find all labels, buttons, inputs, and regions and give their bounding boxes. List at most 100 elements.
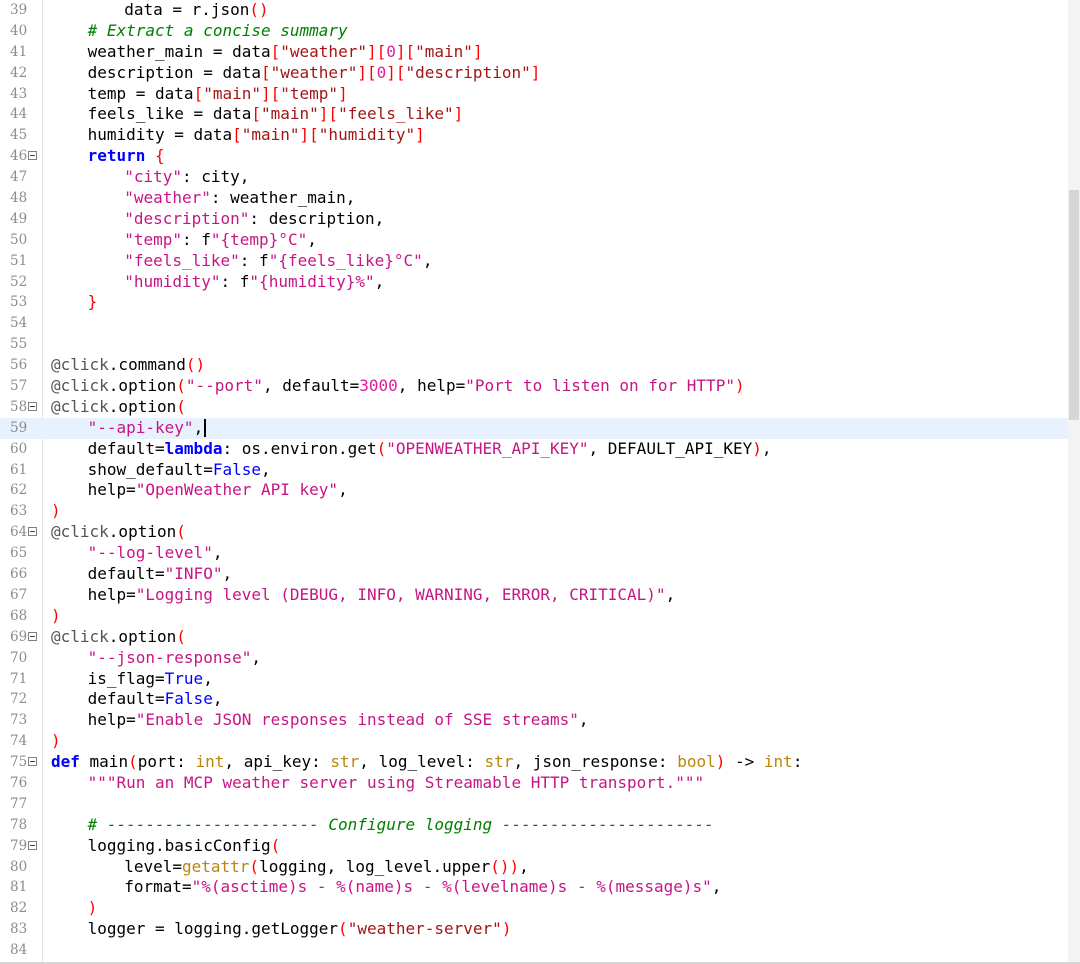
code-text[interactable]: format="%(asctime)s - %(name)s - %(level… [124, 877, 721, 898]
code-line[interactable]: 81 format="%(asctime)s - %(name)s - %(lev… [0, 877, 1068, 898]
code-text[interactable]: "feels_like": f"{feels_like}°C", [124, 251, 432, 272]
fold-toggle-icon[interactable] [28, 757, 37, 767]
code-line[interactable]: 82) [0, 898, 1068, 919]
code-text[interactable]: @click.option("--port", default=3000, he… [51, 376, 745, 397]
code-text[interactable]: ) [88, 898, 98, 919]
code-text[interactable]: # Extract a concise summary [88, 21, 348, 42]
fold-toggle-icon[interactable] [28, 401, 37, 411]
code-line[interactable]: 52 "humidity": f"{humidity}%", [0, 272, 1068, 293]
code-line[interactable]: 58 @click.option( [0, 397, 1068, 418]
code-text[interactable]: def main(port: int, api_key: str, log_le… [51, 752, 802, 773]
code-text[interactable]: @click.command() [51, 355, 205, 376]
code-text[interactable]: level=getattr(logging, log_level.upper()… [124, 857, 529, 878]
code-line[interactable]: 71 is_flag=True, [0, 669, 1068, 690]
code-text[interactable]: @click.option( [51, 522, 186, 543]
code-line[interactable]: 84 [0, 940, 1068, 961]
code-line[interactable]: 67 help="Logging level (DEBUG, INFO, WARN… [0, 585, 1068, 606]
code-text[interactable]: humidity = data["main"]["humidity"] [88, 125, 425, 146]
code-text[interactable]: "--json-response", [88, 648, 261, 669]
code-line[interactable]: 75 def main(port: int, api_key: str, log_… [0, 752, 1068, 773]
code-text[interactable]: "city": city, [124, 167, 249, 188]
code-line[interactable]: 63) [0, 501, 1068, 522]
code-text[interactable]: ) [51, 731, 61, 752]
code-line[interactable]: 59 "--api-key", [0, 417, 1068, 439]
code-text[interactable]: logging.basicConfig( [88, 836, 281, 857]
code-line[interactable]: 39 data = r.json() [0, 0, 1068, 21]
code-line[interactable]: 80 level=getattr(logging, log_level.upper… [0, 857, 1068, 878]
code-text[interactable]: feels_like = data["main"]["feels_like"] [88, 104, 464, 125]
code-text[interactable]: logger = logging.getLogger("weather-serv… [88, 919, 512, 940]
code-line[interactable]: 56 @click.command() [0, 355, 1068, 376]
code-text[interactable]: @click.option( [51, 627, 186, 648]
code-line[interactable]: 64 @click.option( [0, 522, 1068, 543]
fold-toggle-icon[interactable] [28, 840, 37, 850]
code-line[interactable]: 44 feels_like = data["main"]["feels_like"… [0, 104, 1068, 125]
code-line[interactable]: 72 default=False, [0, 689, 1068, 710]
code-line[interactable]: 51 "feels_like": f"{feels_like}°C", [0, 251, 1068, 272]
code-text[interactable]: show_default=False, [88, 460, 271, 481]
code-editor[interactable]: 39 data = r.json() 40 # Extract a concise s… [0, 0, 1080, 964]
code-line[interactable]: 61 show_default=False, [0, 460, 1068, 481]
code-line[interactable]: 50 "temp": f"{temp}°C", [0, 230, 1068, 251]
code-text[interactable]: "weather": weather_main, [124, 188, 355, 209]
code-text[interactable]: default="INFO", [88, 564, 233, 585]
code-lines[interactable]: 39 data = r.json() 40 # Extract a concise s… [0, 0, 1068, 961]
vertical-scrollbar[interactable] [1068, 0, 1080, 964]
code-text[interactable]: help="OpenWeather API key", [88, 480, 348, 501]
code-text[interactable]: help="Logging level (DEBUG, INFO, WARNIN… [88, 585, 676, 606]
fold-toggle-icon[interactable] [28, 527, 37, 537]
code-text[interactable]: ) [51, 606, 61, 627]
code-text[interactable]: default=lambda: os.environ.get("OPENWEAT… [88, 439, 772, 460]
code-line[interactable]: 62 help="OpenWeather API key", [0, 480, 1068, 501]
code-line[interactable]: 74) [0, 731, 1068, 752]
code-text[interactable]: "--api-key", [88, 418, 207, 439]
code-text[interactable]: description = data["weather"][0]["descri… [88, 63, 541, 84]
code-line[interactable]: 43 temp = data["main"]["temp"] [0, 84, 1068, 105]
code-text[interactable]: "description": description, [124, 209, 384, 230]
fold-toggle-icon[interactable] [28, 631, 37, 641]
code-token: feels_like = data [87, 104, 252, 124]
code-line[interactable]: 53} [0, 292, 1068, 313]
code-line[interactable]: 55 [0, 334, 1068, 355]
code-text[interactable]: "temp": f"{temp}°C", [124, 230, 317, 251]
code-text[interactable]: weather_main = data["weather"][0]["main"… [88, 42, 483, 63]
code-text[interactable]: temp = data["main"]["temp"] [88, 84, 348, 105]
code-line[interactable]: 54 [0, 313, 1068, 334]
code-line[interactable]: 47 "city": city, [0, 167, 1068, 188]
code-line[interactable]: 83 logger = logging.getLogger("weather-se… [0, 919, 1068, 940]
code-line[interactable]: 79 logging.basicConfig( [0, 836, 1068, 857]
code-text[interactable]: "--log-level", [88, 543, 223, 564]
code-line[interactable]: 41 weather_main = data["weather"][0]["mai… [0, 42, 1068, 63]
code-text[interactable]: @click.option( [51, 397, 186, 418]
code-line[interactable]: 66 default="INFO", [0, 564, 1068, 585]
code-line[interactable]: 60 default=lambda: os.environ.get("OPENWE… [0, 439, 1068, 460]
code-text[interactable]: is_flag=True, [88, 669, 213, 690]
code-line[interactable]: 73 help="Enable JSON responses instead of… [0, 710, 1068, 731]
code-text[interactable]: # ---------------------- Configure loggi… [88, 815, 714, 836]
code-line[interactable]: 42 description = data["weather"][0]["desc… [0, 63, 1068, 84]
code-line[interactable]: 57 @click.option("--port", default=3000, … [0, 376, 1068, 397]
code-line[interactable]: 70 "--json-response", [0, 648, 1068, 669]
fold-toggle-icon[interactable] [28, 151, 37, 161]
code-text[interactable]: data = r.json() [124, 0, 269, 21]
code-text[interactable]: ) [51, 501, 61, 522]
code-text[interactable]: "humidity": f"{humidity}%", [124, 272, 384, 293]
code-line[interactable]: 78 # ---------------------- Configure log… [0, 815, 1068, 836]
code-text[interactable]: default=False, [88, 689, 223, 710]
code-line[interactable]: 45 humidity = data["main"]["humidity"] [0, 125, 1068, 146]
code-line[interactable]: 69 @click.option( [0, 627, 1068, 648]
code-line[interactable]: 68) [0, 606, 1068, 627]
code-line[interactable]: 48 "weather": weather_main, [0, 188, 1068, 209]
code-line[interactable]: 76 """Run an MCP weather server using Str… [0, 773, 1068, 794]
code-text[interactable]: return { [88, 146, 165, 167]
scrollbar-thumb[interactable] [1069, 190, 1079, 420]
code-line[interactable]: 46 return { [0, 146, 1068, 167]
code-line[interactable]: 65 "--log-level", [0, 543, 1068, 564]
code-text[interactable]: } [88, 292, 98, 313]
code-line[interactable]: 77 [0, 794, 1068, 815]
code-text[interactable]: help="Enable JSON responses instead of S… [88, 710, 589, 731]
code-line[interactable]: 49 "description": description, [0, 209, 1068, 230]
code-text[interactable]: """Run an MCP weather server using Strea… [88, 773, 705, 794]
code-token: , [578, 710, 589, 730]
code-line[interactable]: 40 # Extract a concise summary [0, 21, 1068, 42]
